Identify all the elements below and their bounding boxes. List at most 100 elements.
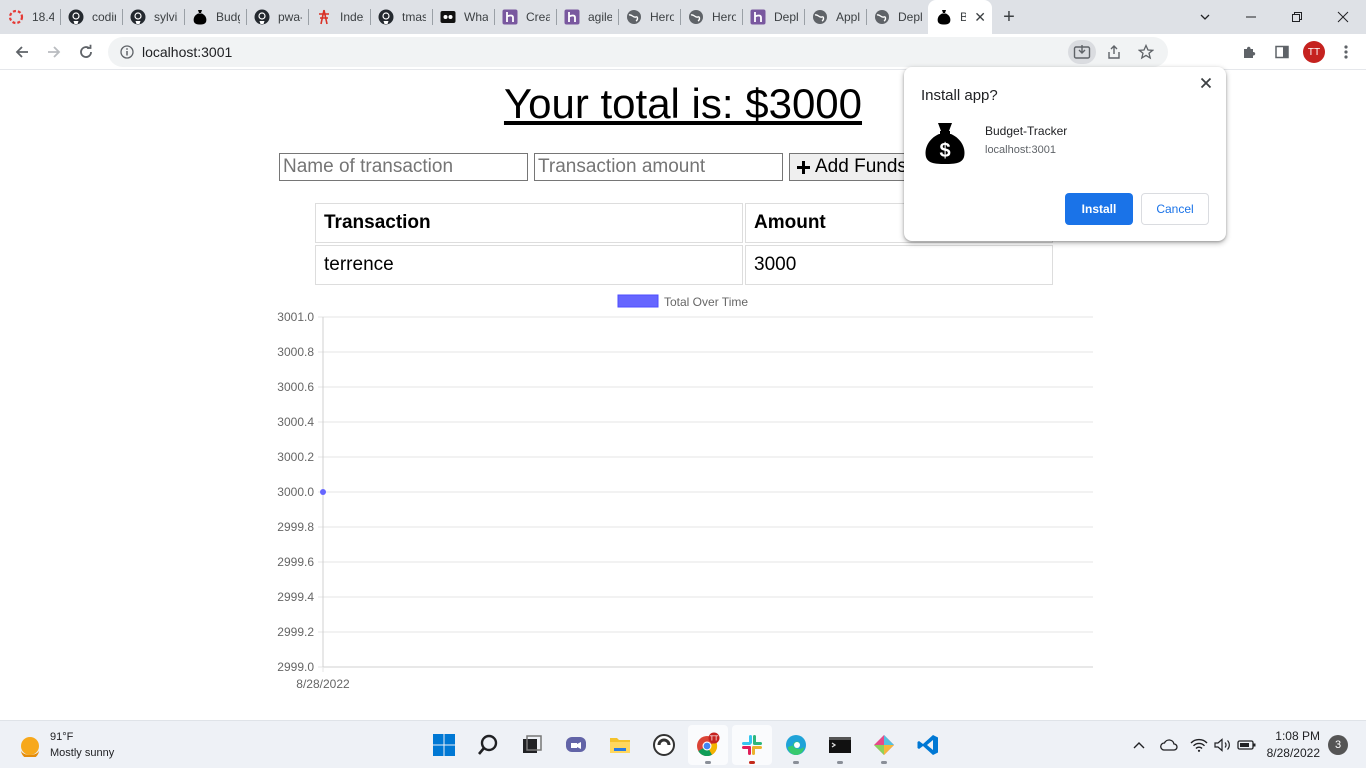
back-button[interactable] — [6, 36, 38, 68]
forward-button[interactable] — [38, 36, 70, 68]
tab[interactable]: What — [432, 0, 494, 34]
column-header-transaction: Transaction — [315, 203, 743, 243]
tab-close-button[interactable]: ✕ — [974, 9, 986, 26]
github-icon — [68, 9, 84, 25]
tab[interactable]: pwa- — [246, 0, 308, 34]
y-tick-label: 3000.4 — [277, 415, 314, 429]
onedrive-button[interactable] — [1157, 733, 1181, 757]
start-button[interactable] — [424, 725, 464, 765]
tab[interactable]: Budg — [184, 0, 246, 34]
money-bag-icon — [192, 9, 208, 25]
gitkraken-button[interactable] — [864, 725, 904, 765]
wifi-icon — [1190, 738, 1208, 752]
globe-icon — [812, 9, 828, 25]
show-hidden-icons-button[interactable] — [1127, 733, 1151, 757]
diamond-icon — [874, 735, 894, 755]
tab[interactable]: tmasl — [370, 0, 432, 34]
heroku-icon — [564, 9, 580, 25]
volume-button[interactable] — [1211, 733, 1235, 757]
close-icon — [1200, 77, 1212, 89]
browser-toolbar: localhost:3001 TT — [0, 34, 1366, 70]
legend-swatch — [617, 294, 659, 308]
dialog-close-button[interactable] — [1196, 73, 1216, 93]
tab[interactable]: Deplc — [742, 0, 804, 34]
clock-date: 8/28/2022 — [1266, 746, 1320, 760]
transaction-amount-input[interactable] — [534, 153, 783, 181]
task-view-icon — [523, 735, 542, 753]
profile-button[interactable]: TT — [1298, 36, 1330, 68]
app-button[interactable] — [644, 725, 684, 765]
tab-active[interactable]: B ✕ — [928, 0, 992, 34]
vscode-button[interactable] — [908, 725, 948, 765]
edge-icon — [786, 735, 806, 755]
transaction-name-cell: terrence — [315, 245, 743, 285]
cloud-sync-icon — [1159, 739, 1178, 751]
app-origin: localhost:3001 — [985, 144, 1056, 156]
extensions-button[interactable] — [1234, 36, 1266, 68]
chevron-down-icon — [1200, 14, 1210, 20]
install-app-button[interactable] — [1068, 40, 1096, 64]
add-funds-label: Add Funds — [815, 156, 907, 177]
task-view-button[interactable] — [512, 725, 552, 765]
transaction-name-input[interactable] — [279, 153, 528, 181]
data-point[interactable] — [320, 489, 326, 495]
edge-button[interactable] — [776, 725, 816, 765]
address-bar[interactable]: localhost:3001 — [108, 37, 1168, 67]
search-button[interactable] — [468, 725, 508, 765]
tab-label: Herol — [650, 10, 674, 24]
tab[interactable]: 18.4. — [0, 0, 60, 34]
chrome-button[interactable]: TT — [688, 725, 728, 765]
close-window-button[interactable] — [1320, 0, 1366, 34]
running-indicator — [749, 761, 755, 764]
folder-icon — [610, 738, 630, 753]
reload-button[interactable] — [70, 36, 102, 68]
tab[interactable]: Herol — [680, 0, 742, 34]
tab[interactable]: Appli — [804, 0, 866, 34]
share-button[interactable] — [1100, 40, 1128, 64]
wifi-button[interactable] — [1187, 733, 1211, 757]
info-icon[interactable] — [120, 45, 134, 59]
tab[interactable]: Herol — [618, 0, 680, 34]
side-panel-icon — [1275, 45, 1289, 59]
restore-button[interactable] — [1274, 0, 1320, 34]
taskbar-apps: TT — [424, 725, 948, 765]
bookmark-button[interactable] — [1132, 40, 1160, 64]
tab[interactable]: agile — [556, 0, 618, 34]
clock[interactable]: 1:08 PM 8/28/2022 — [1267, 728, 1320, 762]
y-tick-label: 3001.0 — [277, 310, 314, 324]
chevron-up-icon — [1133, 742, 1145, 749]
add-funds-button[interactable]: Add Funds — [789, 153, 914, 181]
menu-button[interactable] — [1330, 36, 1362, 68]
battery-button[interactable] — [1235, 733, 1259, 757]
tab[interactable]: Deplc — [866, 0, 928, 34]
running-indicator — [881, 761, 887, 764]
slack-button[interactable] — [732, 725, 772, 765]
weather-widget[interactable]: 91°F Mostly sunny — [18, 729, 114, 761]
y-tick-label: 3000.0 — [277, 485, 314, 499]
tab[interactable]: sylvia — [122, 0, 184, 34]
tab[interactable]: Index — [308, 0, 370, 34]
spinner-icon — [8, 9, 24, 25]
tab-search-button[interactable] — [1182, 0, 1228, 34]
cancel-button[interactable]: Cancel — [1141, 193, 1209, 225]
terminal-button[interactable] — [820, 725, 860, 765]
globe-icon — [626, 9, 642, 25]
tab[interactable]: codir — [60, 0, 122, 34]
tab-label: Deplc — [898, 10, 922, 24]
transaction-amount-cell: 3000 — [745, 245, 1053, 285]
github-icon — [254, 9, 270, 25]
avatar: TT — [1303, 41, 1325, 63]
tab[interactable]: Creat — [494, 0, 556, 34]
minimize-button[interactable] — [1228, 0, 1274, 34]
tab-label: sylvia — [154, 10, 178, 24]
notification-badge[interactable]: 3 — [1328, 735, 1348, 755]
new-tab-button[interactable]: + — [992, 0, 1026, 34]
install-button[interactable]: Install — [1065, 193, 1133, 225]
file-explorer-button[interactable] — [600, 725, 640, 765]
tab-label: Appli — [836, 10, 860, 24]
legend-label: Total Over Time — [664, 295, 748, 309]
side-panel-button[interactable] — [1266, 36, 1298, 68]
heroku-icon — [750, 9, 766, 25]
y-tick-label: 2999.8 — [277, 520, 314, 534]
teams-chat-button[interactable] — [556, 725, 596, 765]
